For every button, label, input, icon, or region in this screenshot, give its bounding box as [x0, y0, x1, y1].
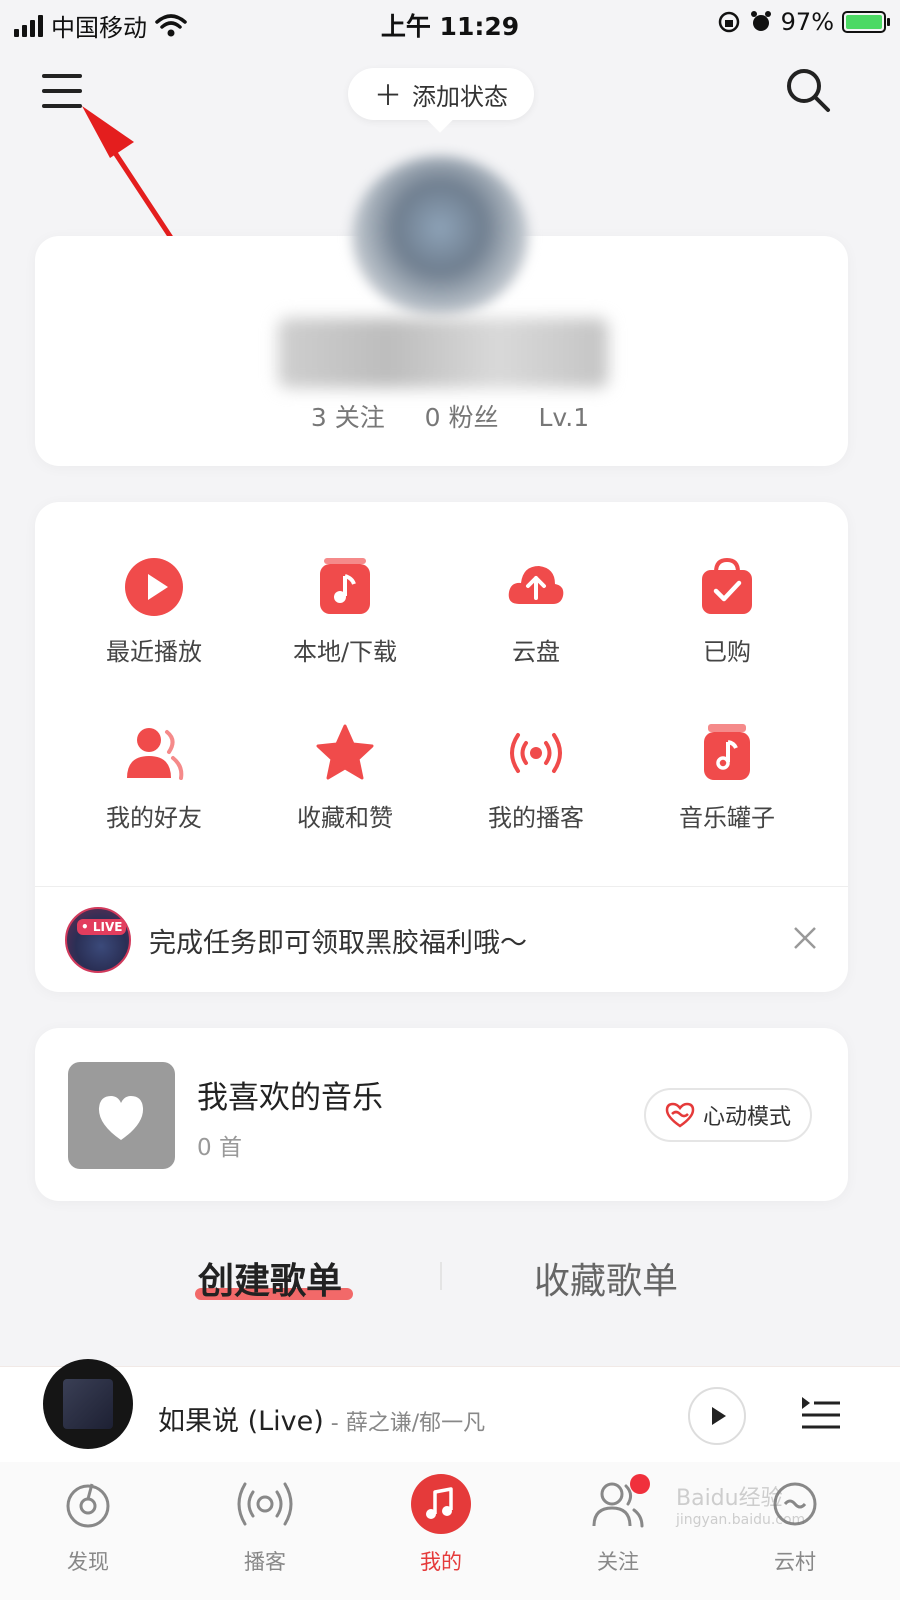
battery-percent: 97% — [780, 8, 834, 36]
now-playing: 如果说 (Live) - 薛之谦/郁一凡 — [158, 1399, 485, 1438]
fans-count[interactable]: 0 粉丝 — [425, 403, 499, 432]
watermark-line2: jingyan.baidu.com — [676, 1512, 806, 1528]
heartbeat-icon — [665, 1102, 695, 1128]
play-icon — [712, 1407, 726, 1425]
album-disc[interactable] — [43, 1359, 133, 1449]
song-title: 如果说 (Live) — [158, 1406, 324, 1437]
close-icon[interactable] — [792, 925, 818, 951]
star-icon — [316, 724, 374, 780]
grid-item-local-download[interactable]: 本地/下载 — [250, 556, 440, 667]
purchased-bag-icon — [702, 557, 752, 614]
nav-label: 关注 — [597, 1550, 639, 1574]
local-music-icon — [320, 558, 370, 614]
grid-item-purchased[interactable]: 已购 — [632, 556, 822, 667]
nav-label: 我的 — [420, 1550, 462, 1574]
notification-dot — [630, 1474, 650, 1494]
grid-item-my-friends[interactable]: 我的好友 — [59, 722, 249, 833]
level-badge[interactable]: Lv.1 — [538, 403, 589, 432]
nav-label: 云村 — [774, 1550, 816, 1574]
play-icon — [125, 558, 183, 616]
grid-item-music-jar[interactable]: 音乐罐子 — [632, 722, 822, 833]
heartbeat-mode-button[interactable]: 心动模式 — [644, 1088, 812, 1142]
grid-item-my-podcast[interactable]: 我的播客 — [441, 722, 631, 833]
username-blurred — [278, 318, 608, 388]
tab-collected-playlists[interactable]: 收藏歌单 — [534, 1252, 678, 1304]
heartbeat-mode-label: 心动模式 — [702, 1105, 791, 1130]
playlist-queue-icon[interactable] — [800, 1395, 842, 1435]
mini-player[interactable]: 如果说 (Live) - 薛之谦/郁一凡 — [0, 1359, 900, 1463]
grid-label: 已购 — [703, 638, 751, 666]
podcast-nav-icon — [237, 1482, 293, 1526]
nav-item-follow[interactable]: 关注 — [558, 1474, 678, 1576]
friends-icon — [127, 728, 184, 780]
liked-music-card[interactable]: 我喜欢的音乐 0 首 心动模式 — [35, 1028, 848, 1201]
nav-label: 发现 — [67, 1550, 109, 1574]
music-jar-icon — [704, 724, 750, 780]
add-status-label: 添加状态 — [412, 82, 508, 111]
watermark-line1: Baidu经验 — [676, 1486, 783, 1511]
nav-label: 播客 — [244, 1550, 286, 1574]
grid-item-cloud-drive[interactable]: 云盘 — [441, 556, 631, 667]
nav-item-podcast[interactable]: 播客 — [205, 1474, 325, 1576]
rotation-lock-icon — [718, 11, 739, 33]
add-status-button[interactable]: ＋ 添加状态 — [348, 68, 534, 120]
avatar[interactable] — [352, 156, 528, 316]
discover-icon — [66, 1483, 110, 1528]
tab-separator — [440, 1262, 442, 1290]
live-badge: • LIVE — [77, 919, 127, 935]
song-artist: - 薛之谦/郁一凡 — [323, 1411, 486, 1436]
grid-label: 最近播放 — [106, 638, 202, 666]
follow-count[interactable]: 3 关注 — [311, 403, 385, 432]
grid-label: 音乐罐子 — [679, 804, 775, 832]
profile-stats: 3 关注 0 粉丝 Lv.1 — [0, 398, 900, 434]
alarm-icon — [750, 11, 771, 31]
live-avatar: • LIVE — [65, 907, 131, 973]
search-icon[interactable] — [784, 66, 832, 114]
tab-created-playlists[interactable]: 创建歌单 — [198, 1252, 342, 1304]
music-note-icon — [411, 1474, 471, 1534]
heart-icon — [98, 1096, 144, 1140]
liked-music-cover — [68, 1062, 175, 1169]
grid-label: 本地/下载 — [292, 638, 398, 666]
liked-music-title: 我喜欢的音乐 — [197, 1080, 383, 1116]
nav-item-discover[interactable]: 发现 — [28, 1474, 148, 1576]
grid-label: 我的播客 — [488, 804, 584, 832]
grid-label: 我的好友 — [106, 804, 202, 832]
nav-item-mine[interactable]: 我的 — [381, 1474, 501, 1576]
task-banner[interactable]: • LIVE 完成任务即可领取黑胶福利哦～ — [35, 887, 848, 992]
podcast-icon — [510, 733, 562, 773]
grid-label: 云盘 — [512, 638, 560, 666]
battery-icon — [842, 11, 890, 33]
task-text: 完成任务即可领取黑胶福利哦～ — [149, 928, 527, 959]
grid-item-recent-play[interactable]: 最近播放 — [59, 556, 249, 667]
plus-icon: ＋ — [373, 79, 402, 112]
grid-item-favorites[interactable]: 收藏和赞 — [250, 722, 440, 833]
status-bar: 中国移动 上午 11:29 97% — [0, 0, 900, 44]
grid-label: 收藏和赞 — [297, 804, 393, 832]
watermark: Baidu经验 jingyan.baidu.com — [676, 1480, 805, 1528]
liked-music-count: 0 首 — [197, 1135, 242, 1161]
play-button[interactable] — [688, 1387, 746, 1445]
function-grid-card: 最近播放 本地/下载 云盘 已购 我的好友 收藏和赞 我的播客 音乐罐子 • L… — [35, 502, 848, 992]
cloud-upload-icon — [508, 566, 564, 604]
